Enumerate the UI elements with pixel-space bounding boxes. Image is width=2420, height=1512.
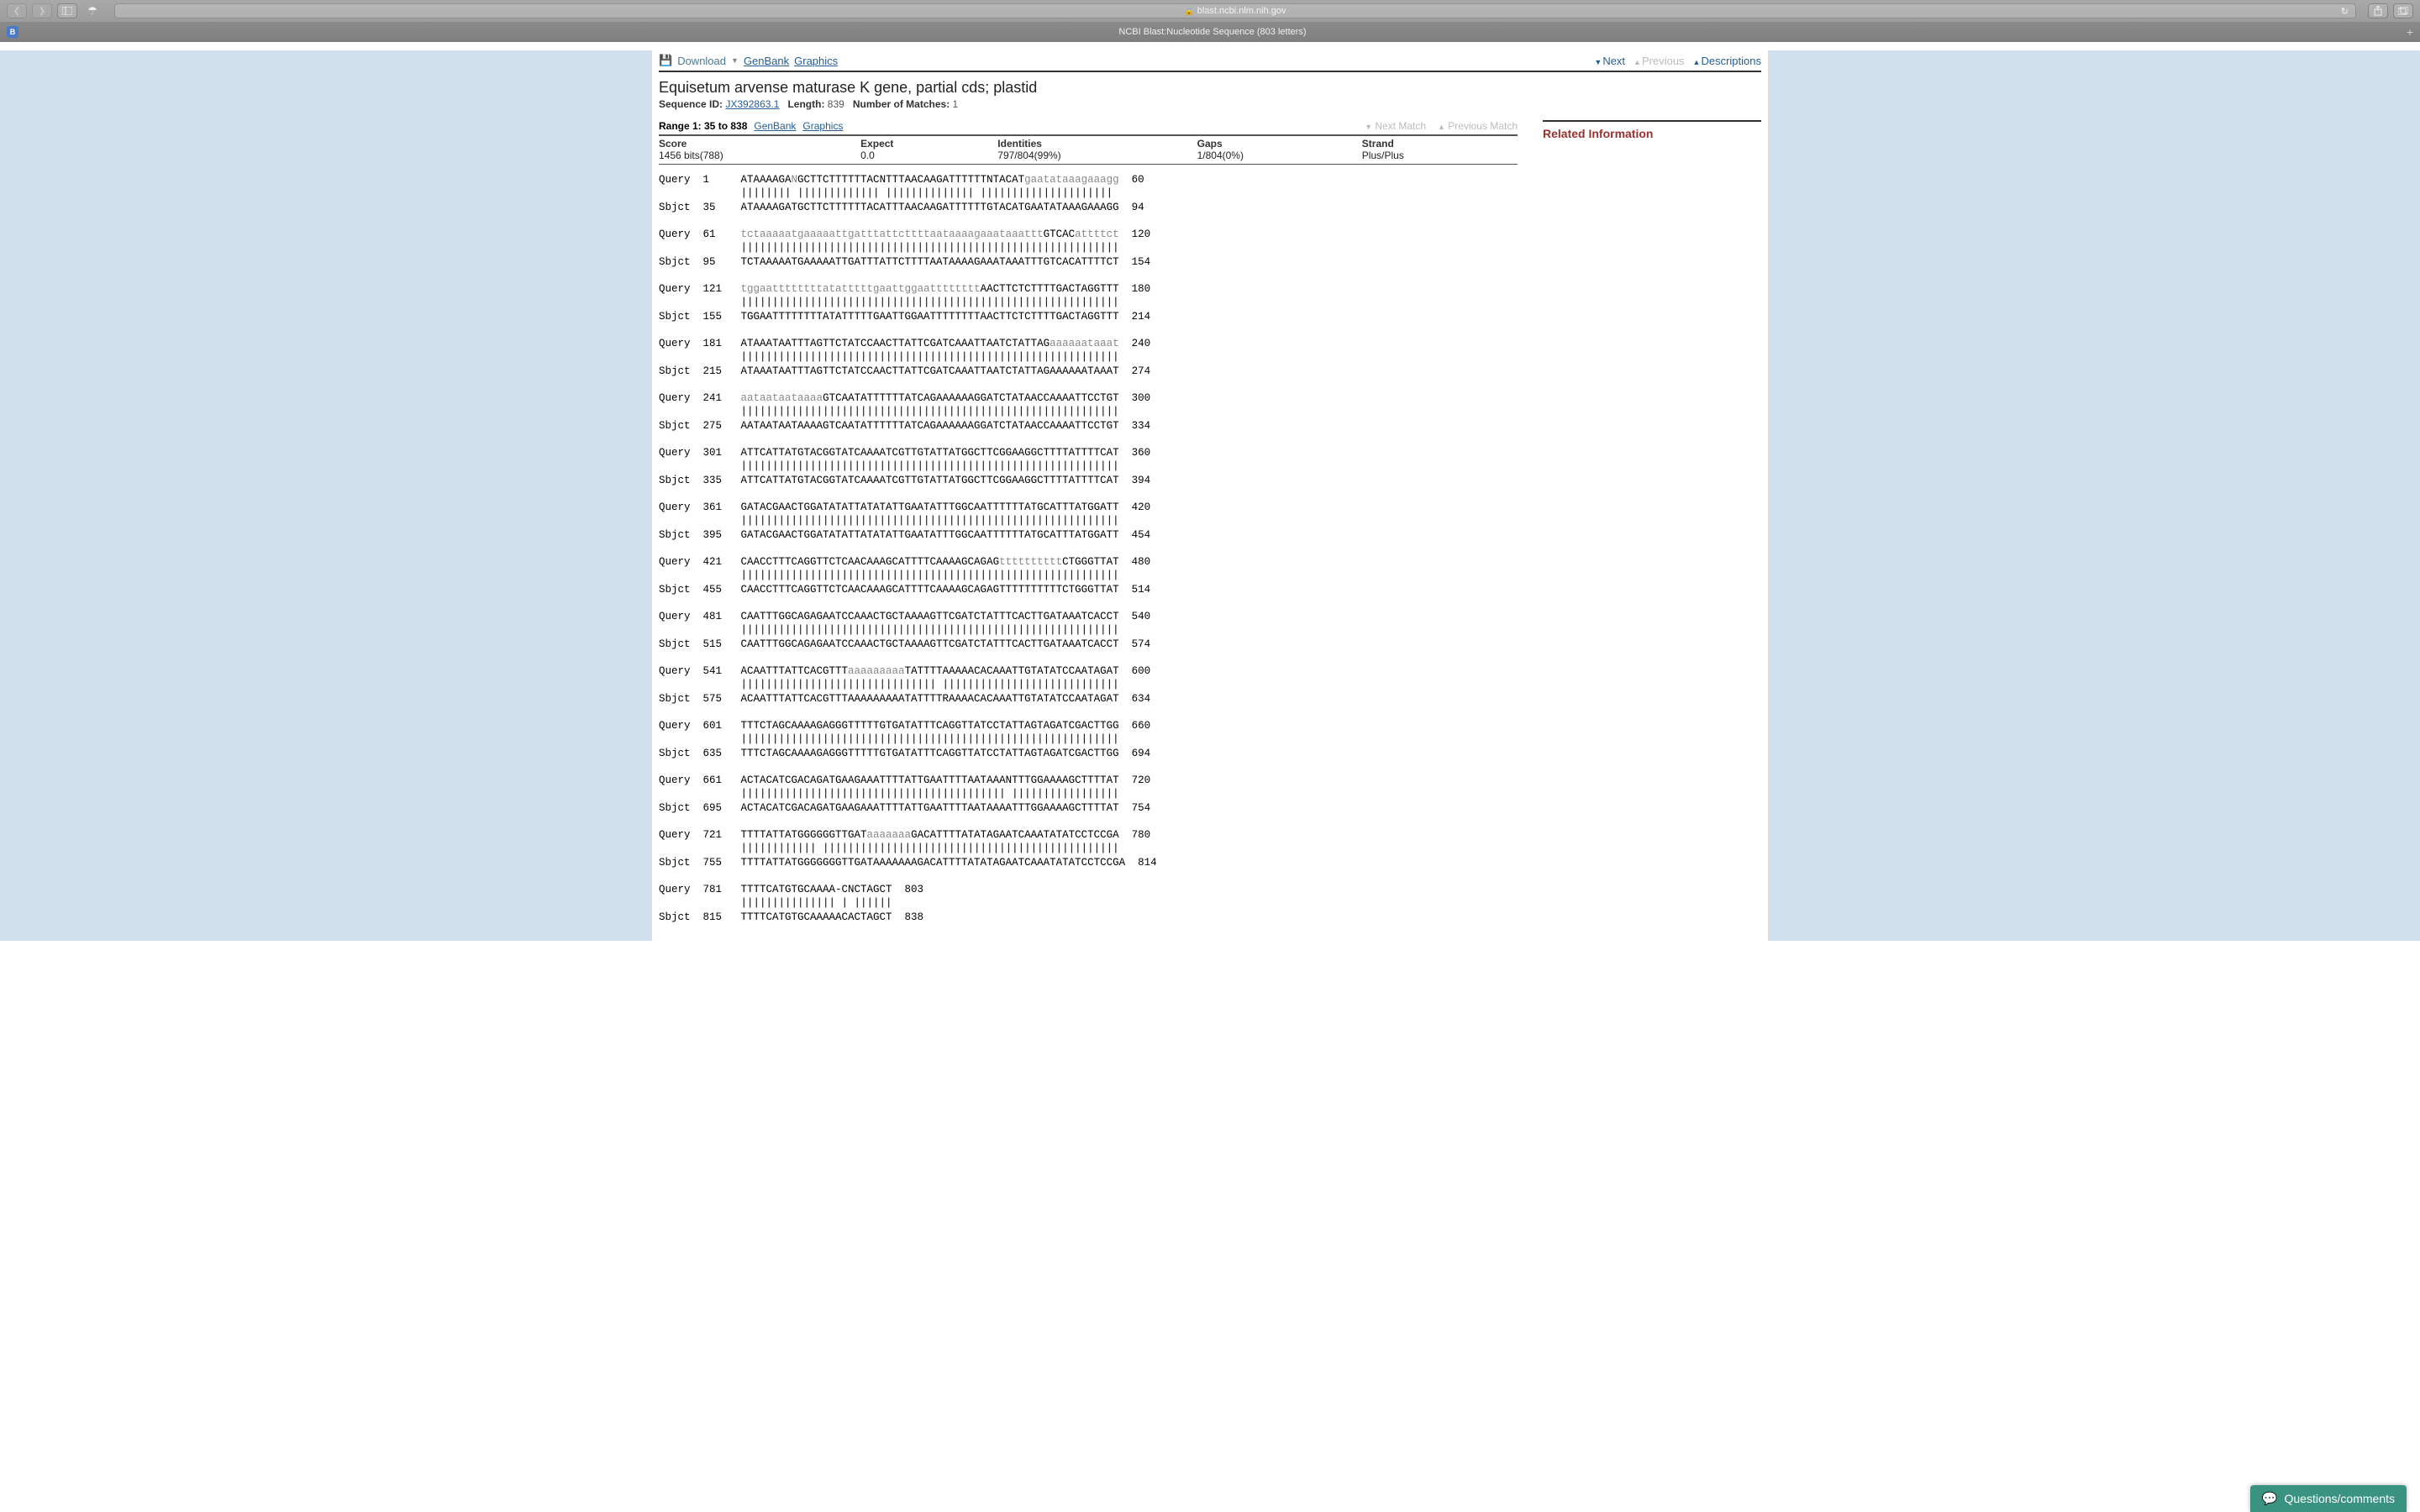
lock-icon: 🔒: [1185, 7, 1194, 16]
stats-value: 1456 bits(788): [659, 150, 860, 165]
tab-title: NCBI Blast:Nucleotide Sequence (803 lett…: [25, 27, 2400, 37]
descriptions-link[interactable]: ▲Descriptions: [1693, 55, 1761, 67]
range-row: Range 1: 35 to 838 GenBank Graphics ▼ Ne…: [659, 120, 1518, 136]
previous-link: ▲Previous: [1634, 55, 1685, 67]
sequence-id-link[interactable]: JX392863.1: [725, 98, 779, 110]
range-label: Range 1: 35 to 838: [659, 120, 747, 132]
double-up-arrow-icon: ▲: [1693, 58, 1701, 66]
previous-match: ▲ Previous Match: [1438, 120, 1518, 132]
stats-header: Expect: [860, 136, 997, 150]
tabs-button[interactable]: [2393, 3, 2413, 18]
down-arrow-icon: ▼: [1594, 58, 1602, 66]
stats-value: 1/804(0%): [1197, 150, 1362, 165]
next-match: ▼ Next Match: [1365, 120, 1426, 132]
address-bar[interactable]: 🔒 blast.ncbi.nlm.nih.gov ↻: [114, 3, 2356, 18]
share-button[interactable]: [2368, 3, 2388, 18]
graphics-link[interactable]: Graphics: [794, 55, 838, 67]
stats-header: Strand: [1362, 136, 1518, 150]
new-tab-button[interactable]: +: [2400, 25, 2420, 39]
back-button[interactable]: ❮: [7, 3, 27, 18]
questions-comments-button[interactable]: 💬 Questions/comments: [2250, 1485, 2407, 1512]
stats-value: 0.0: [860, 150, 997, 165]
save-icon: 💾: [659, 54, 672, 67]
range-genbank-link[interactable]: GenBank: [754, 120, 796, 132]
stats-header: Score: [659, 136, 860, 150]
chat-icon: 💬: [2262, 1491, 2278, 1506]
up-arrow-icon: ▲: [1438, 123, 1445, 131]
stats-table: ScoreExpectIdentitiesGapsStrand 1456 bit…: [659, 136, 1518, 165]
related-information-heading: Related Information: [1543, 127, 1761, 140]
stats-value: Plus/Plus: [1362, 150, 1518, 165]
hit-toolbar: 💾 Download ▼ GenBank Graphics ▼Next ▲Pre…: [659, 50, 1761, 72]
up-arrow-icon: ▲: [1634, 58, 1641, 66]
chevron-down-icon: ▼: [731, 56, 739, 65]
stats-header: Gaps: [1197, 136, 1362, 150]
alignment-block: Query 1 ATAAAAGANGCTTCTTTTTTACNTTTAACAAG…: [659, 173, 1518, 924]
stats-value: 797/804(99%): [997, 150, 1197, 165]
hit-meta: Sequence ID: JX392863.1 Length: 839 Numb…: [659, 98, 1761, 110]
stats-header: Identities: [997, 136, 1197, 150]
hit-title: Equisetum arvense maturase K gene, parti…: [659, 79, 1761, 97]
next-link[interactable]: ▼Next: [1594, 55, 1625, 67]
browser-toolbar: ❮ ❯ ☂ 🔒 blast.ncbi.nlm.nih.gov ↻: [0, 0, 2420, 22]
reload-icon[interactable]: ↻: [2341, 6, 2349, 17]
sidebar-toggle-button[interactable]: [57, 3, 77, 18]
download-link[interactable]: Download: [677, 55, 726, 67]
url-host: blast.ncbi.nlm.nih.gov: [1197, 6, 1286, 16]
forward-button[interactable]: ❯: [32, 3, 52, 18]
down-arrow-icon: ▼: [1365, 123, 1372, 131]
tab-bar: B NCBI Blast:Nucleotide Sequence (803 le…: [0, 22, 2420, 42]
range-graphics-link[interactable]: Graphics: [802, 120, 843, 132]
reader-icon[interactable]: ☂: [82, 3, 103, 18]
favicon-icon: B: [7, 26, 18, 38]
page-content: 💾 Download ▼ GenBank Graphics ▼Next ▲Pre…: [651, 50, 1769, 941]
genbank-link[interactable]: GenBank: [744, 55, 789, 67]
